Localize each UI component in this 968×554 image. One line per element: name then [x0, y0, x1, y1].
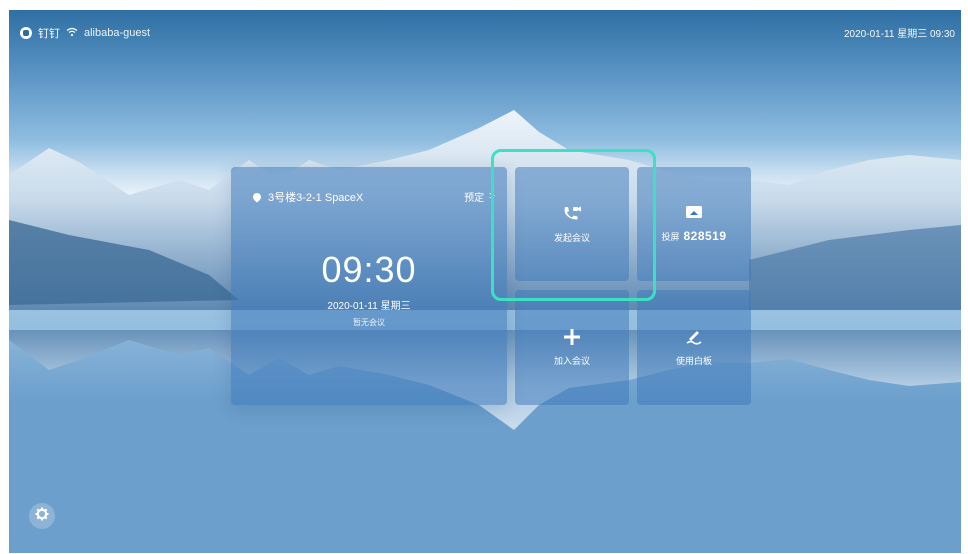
wifi-ssid: alibaba-guest [84, 27, 151, 39]
brand: 钉钉 alibaba-guest [20, 25, 150, 41]
whiteboard-button[interactable]: 使用白板 [637, 290, 751, 405]
whiteboard-label: 使用白板 [675, 356, 712, 366]
dingtalk-logo-icon [20, 27, 32, 39]
wifi-icon [66, 27, 78, 40]
gear-icon [35, 507, 49, 526]
clock-date: 2020-01-11 星期三 [327, 301, 411, 312]
cast-info: 投屏 828519 [661, 229, 726, 243]
reserve-label: 预定 [464, 193, 485, 204]
room-location-label: 3号楼3-2-1 SpaceX [268, 192, 364, 204]
location-pin-icon [251, 191, 263, 203]
room-info-card: 3号楼3-2-1 SpaceX 预定 > 09:30 2020-01-11 星期… [231, 167, 507, 405]
join-meeting-button[interactable]: 加入会议 [515, 290, 629, 405]
app-name: 钉钉 [38, 28, 60, 40]
cast-icon [685, 205, 703, 221]
settings-button[interactable] [29, 503, 55, 529]
plus-icon [563, 328, 581, 346]
cast-code: 828519 [683, 229, 727, 243]
cast-label: 投屏 [661, 231, 680, 242]
focus-highlight [491, 149, 656, 301]
clock-time: 09:30 [321, 249, 417, 290]
status-datetime: 2020-01-11 星期三 09:30 [844, 29, 955, 40]
screen: 钉钉 alibaba-guest 2020-01-11 星期三 09:30 3号… [9, 10, 961, 553]
join-meeting-label: 加入会议 [553, 356, 590, 366]
meeting-status: 暂无会议 [353, 318, 385, 327]
status-bar: 钉钉 alibaba-guest 2020-01-11 星期三 09:30 [9, 10, 961, 50]
room-location: 3号楼3-2-1 SpaceX [251, 189, 364, 205]
pen-icon [685, 328, 703, 346]
